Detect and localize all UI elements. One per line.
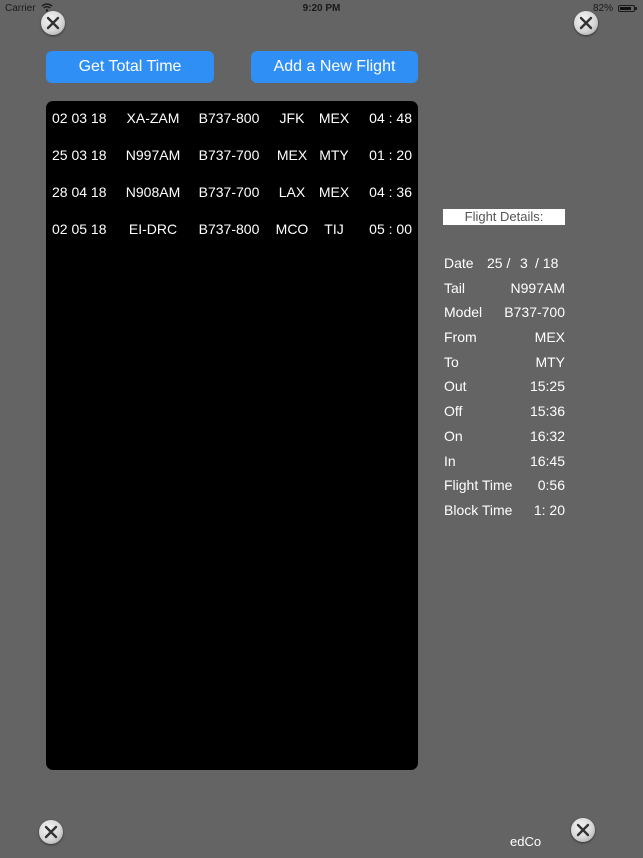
detail-model: Model B737-700 [443, 304, 565, 324]
flight-to: MEX [318, 184, 350, 200]
flight-to: MEX [318, 110, 350, 126]
date-day: 25 / [487, 255, 511, 271]
flight-tail: N997AM [125, 147, 181, 163]
screw-icon [39, 820, 63, 844]
detail-value: 15:36 [529, 403, 565, 419]
detail-value: 16:32 [529, 428, 565, 444]
screw-icon [574, 11, 598, 35]
flight-row[interactable]: 02 05 18 EI-DRC B737-800 MCO TIJ 05 : 00 [46, 212, 418, 249]
flight-details-header: Flight Details: [443, 209, 565, 225]
detail-label: Block Time [444, 502, 513, 518]
detail-label: On [444, 428, 463, 444]
detail-value: MEX [534, 329, 565, 345]
detail-label: From [444, 329, 477, 345]
flight-from: JFK [279, 110, 305, 126]
detail-flight-time: Flight Time 0:56 [443, 477, 565, 497]
detail-value: B737-700 [504, 304, 565, 320]
flight-date: 25 03 18 [52, 147, 107, 163]
flight-model: B737-700 [198, 147, 260, 163]
add-new-flight-button[interactable]: Add a New Flight [251, 51, 418, 83]
detail-label: To [444, 354, 459, 370]
flight-date: 28 04 18 [52, 184, 107, 200]
date-year: / 18 [535, 255, 559, 271]
flight-from: MCO [275, 221, 309, 237]
detail-in: In 16:45 [443, 453, 565, 473]
brand-label: edCo [510, 834, 542, 849]
flight-from: MEX [276, 147, 308, 163]
flight-to: TIJ [324, 221, 344, 237]
clock: 9:20 PM [302, 3, 341, 14]
detail-label: Date [444, 255, 474, 271]
detail-off: Off 15:36 [443, 403, 565, 423]
detail-on: On 16:32 [443, 428, 565, 448]
flight-date: 02 03 18 [52, 110, 107, 126]
flight-tail: EI-DRC [128, 221, 178, 237]
screw-icon [571, 818, 595, 842]
flight-row[interactable]: 28 04 18 N908AM B737-700 LAX MEX 04 : 36 [46, 175, 418, 212]
detail-value: N997AM [510, 280, 565, 296]
detail-from: From MEX [443, 329, 565, 349]
flight-model: B737-800 [198, 110, 260, 126]
flight-time: 05 : 00 [369, 221, 412, 237]
flight-to: MTY [319, 147, 349, 163]
detail-value: 1: 20 [533, 502, 565, 518]
detail-value: 0:56 [537, 477, 565, 493]
detail-block-time: Block Time 1: 20 [443, 502, 565, 522]
flight-from: LAX [278, 184, 306, 200]
detail-value: 16:45 [529, 453, 565, 469]
screw-icon [41, 11, 65, 35]
flight-time: 01 : 20 [369, 147, 412, 163]
detail-label: Flight Time [444, 477, 513, 493]
detail-value: 15:25 [529, 378, 565, 394]
detail-label: Tail [444, 280, 466, 296]
battery-icon [618, 5, 637, 12]
detail-label: In [444, 453, 456, 469]
flight-model: B737-700 [198, 184, 260, 200]
detail-label: Off [444, 403, 463, 419]
date-month: 3 [520, 255, 528, 271]
flight-model: B737-800 [198, 221, 260, 237]
detail-date: Date 25 / 3 / 18 [443, 255, 565, 275]
detail-label: Model [444, 304, 483, 320]
detail-out: Out 15:25 [443, 378, 565, 398]
flight-time: 04 : 48 [369, 110, 412, 126]
detail-value: MTY [535, 354, 565, 370]
flight-date: 02 05 18 [52, 221, 107, 237]
detail-to: To MTY [443, 354, 565, 374]
flight-tail: N908AM [125, 184, 181, 200]
status-bar: Carrier 9:20 PM 82% [0, 0, 643, 18]
detail-tail: Tail N997AM [443, 280, 565, 300]
get-total-time-button[interactable]: Get Total Time [46, 51, 214, 83]
flight-time: 04 : 36 [369, 184, 412, 200]
flight-row[interactable]: 02 03 18 XA-ZAM B737-800 JFK MEX 04 : 48 [46, 101, 418, 138]
flight-tail: XA-ZAM [126, 110, 180, 126]
flight-list[interactable]: 02 03 18 XA-ZAM B737-800 JFK MEX 04 : 48… [46, 101, 418, 770]
detail-label: Out [444, 378, 467, 394]
flight-row[interactable]: 25 03 18 N997AM B737-700 MEX MTY 01 : 20 [46, 138, 418, 175]
